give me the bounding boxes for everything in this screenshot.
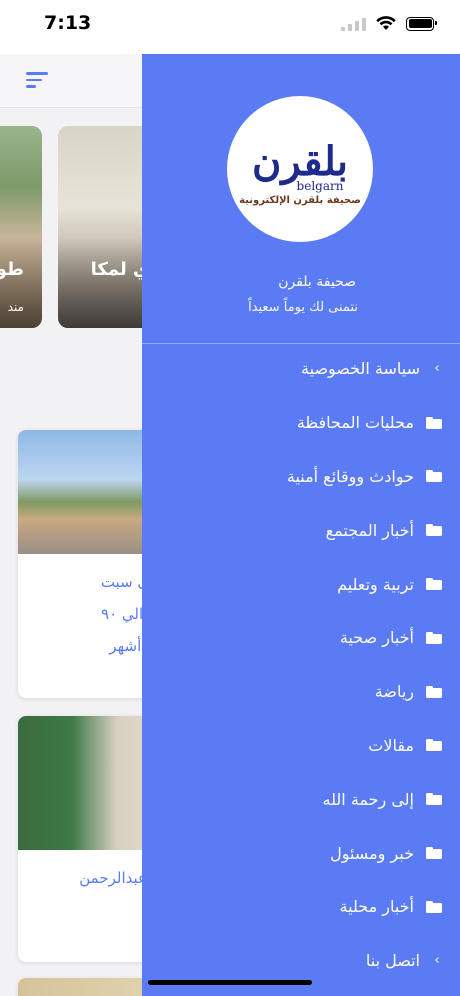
menu-item-security-incidents[interactable]: حوادث ووقائع أمنية bbox=[142, 450, 460, 504]
folder-icon bbox=[426, 631, 442, 644]
brand-logo: بلقرن belgarn صحيفة بلقرن الإلكترونية bbox=[227, 96, 373, 242]
slider-card-subtitle: مند bbox=[7, 300, 24, 314]
menu-item-sports[interactable]: رياضة bbox=[142, 665, 460, 719]
chevron-left-icon: ‹ bbox=[434, 360, 440, 376]
drawer-title: صحيفة بلقرن bbox=[278, 274, 356, 290]
menu-item-label: سياسة الخصوصية bbox=[301, 359, 420, 379]
status-time: 7:13 bbox=[44, 12, 92, 34]
menu-item-articles[interactable]: مقالات bbox=[142, 719, 460, 773]
folder-icon bbox=[426, 685, 442, 698]
menu-item-label: اتصل بنا bbox=[365, 951, 420, 971]
menu-item-governorate-locals[interactable]: محليات المحافظة bbox=[142, 396, 460, 450]
folder-icon bbox=[426, 900, 442, 913]
menu-item-news-and-official[interactable]: خبر ومسئول bbox=[142, 826, 460, 880]
side-drawer: بلقرن belgarn صحيفة بلقرن الإلكترونية صح… bbox=[142, 54, 460, 996]
status-icons bbox=[341, 16, 437, 31]
menu-item-label: حوادث ووقائع أمنية bbox=[286, 466, 414, 486]
menu-icon[interactable] bbox=[26, 72, 48, 90]
drawer-subtitle: نتمنى لك يوماً سعيداً bbox=[248, 300, 358, 315]
menu-item-education[interactable]: تربية وتعليم bbox=[142, 557, 460, 611]
slider-card-title: طو bbox=[0, 259, 24, 280]
app-screen: 7:13 طو مند ...ي لمكا ستشفى سبت bbox=[0, 0, 460, 996]
home-indicator[interactable] bbox=[148, 980, 312, 985]
wifi-icon bbox=[376, 16, 396, 30]
menu-item-local-news[interactable]: أخبار محلية bbox=[142, 880, 460, 934]
menu-item-label: أخبار محلية bbox=[339, 897, 414, 917]
folder-icon bbox=[426, 524, 442, 537]
menu-item-obituaries[interactable]: إلى رحمة الله bbox=[142, 772, 460, 826]
menu-item-label: خبر ومسئول bbox=[330, 843, 414, 863]
menu-item-label: أخبار صحية bbox=[339, 628, 414, 648]
status-bar: 7:13 bbox=[0, 0, 460, 54]
signal-icon bbox=[341, 17, 366, 31]
logo-latin: belgarn bbox=[296, 178, 344, 193]
menu-item-label: تربية وتعليم bbox=[337, 574, 414, 594]
folder-icon bbox=[426, 847, 442, 860]
folder-icon bbox=[426, 793, 442, 806]
drawer-menu: سياسة الخصوصية ‹ محليات المحافظة حوادث و… bbox=[142, 342, 460, 988]
folder-icon bbox=[426, 739, 442, 752]
menu-item-label: أخبار المجتمع bbox=[325, 520, 414, 540]
battery-icon bbox=[406, 16, 437, 31]
menu-item-community-news[interactable]: أخبار المجتمع bbox=[142, 503, 460, 557]
chevron-left-icon: ‹ bbox=[434, 952, 440, 968]
folder-icon bbox=[426, 470, 442, 483]
folder-icon bbox=[426, 578, 442, 591]
menu-item-label: رياضة bbox=[374, 682, 414, 702]
slider-card[interactable]: طو مند bbox=[0, 126, 42, 328]
menu-item-label: محليات المحافظة bbox=[296, 413, 414, 433]
menu-item-health-news[interactable]: أخبار صحية bbox=[142, 611, 460, 665]
folder-icon bbox=[426, 416, 442, 429]
menu-item-label: مقالات bbox=[368, 735, 414, 755]
menu-item-privacy-policy[interactable]: سياسة الخصوصية ‹ bbox=[142, 342, 460, 396]
logo-tagline: صحيفة بلقرن الإلكترونية bbox=[239, 194, 361, 206]
menu-item-label: إلى رحمة الله bbox=[322, 789, 414, 809]
